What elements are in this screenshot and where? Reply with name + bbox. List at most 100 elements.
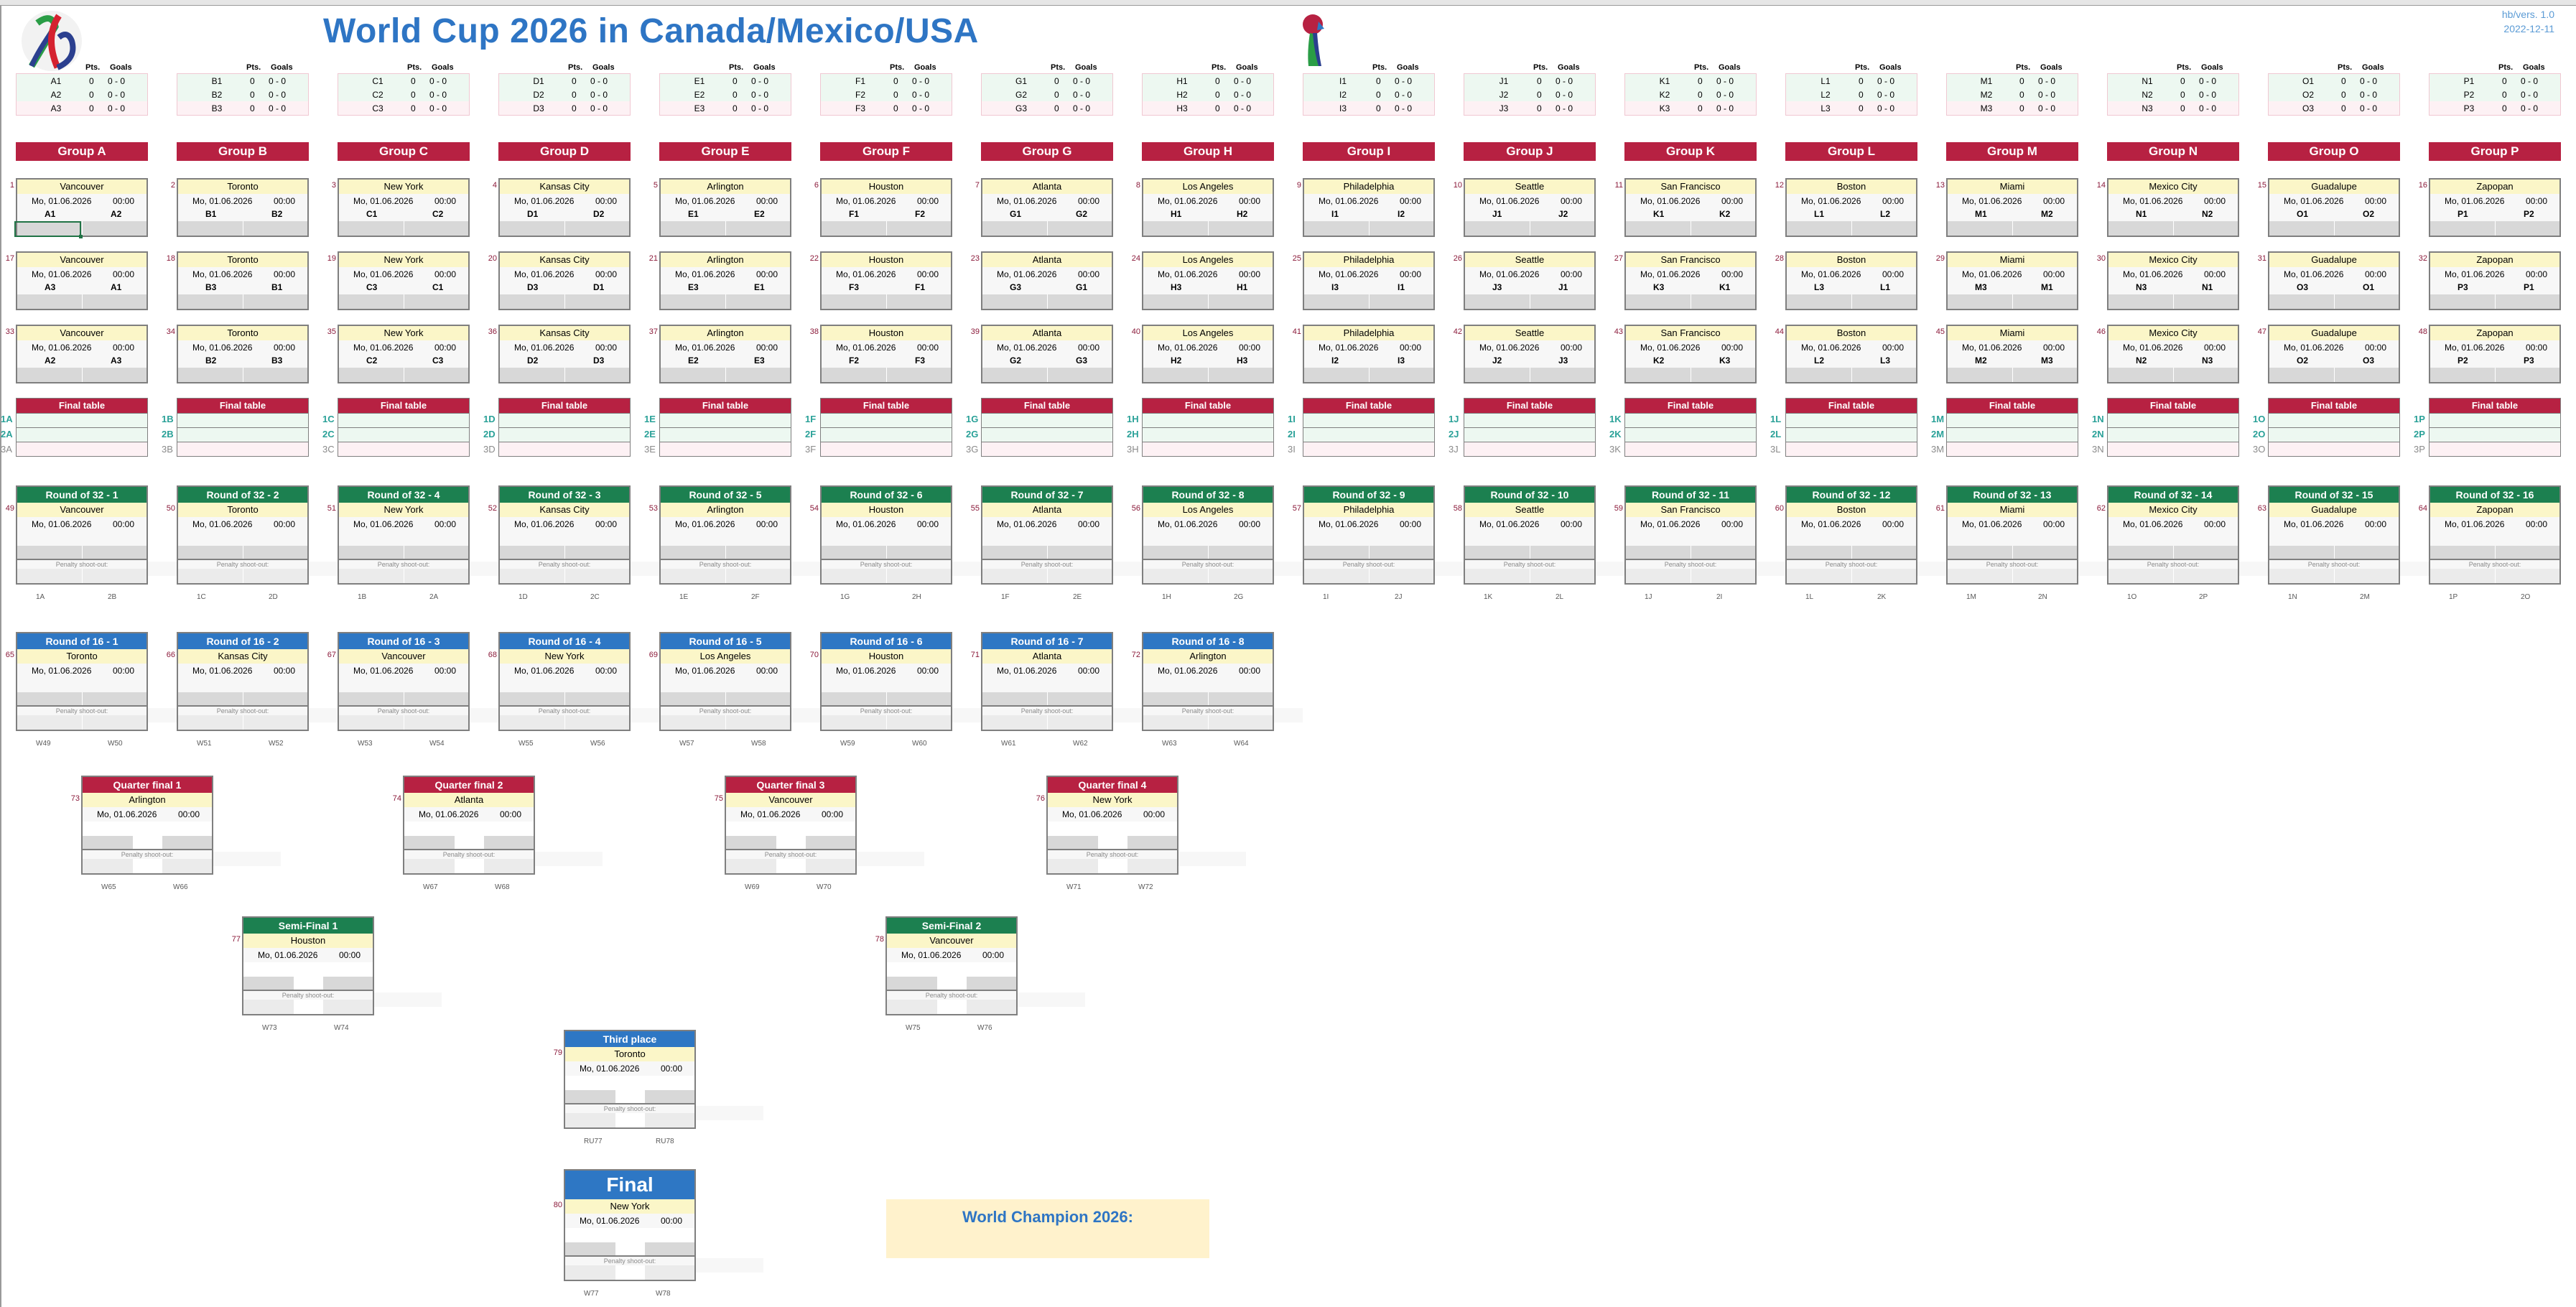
selected-cell[interactable] — [14, 221, 83, 238]
away-penalty-input[interactable] — [966, 1000, 1016, 1014]
final-table-row[interactable] — [1625, 442, 1756, 456]
away-score-input[interactable] — [483, 836, 534, 849]
home-score-input[interactable] — [726, 836, 777, 849]
away-score-input[interactable] — [1851, 368, 1916, 382]
home-score-input[interactable] — [565, 1242, 616, 1255]
away-penalty-input[interactable] — [2173, 569, 2238, 583]
home-score-input[interactable] — [1465, 546, 1530, 559]
away-penalty-input[interactable] — [1208, 715, 1273, 730]
home-score-input[interactable] — [1304, 546, 1370, 559]
home-score-input[interactable] — [2269, 368, 2335, 382]
away-score-input[interactable] — [404, 294, 468, 309]
home-score-input[interactable] — [1143, 294, 1209, 309]
away-penalty-input[interactable] — [805, 859, 855, 873]
group-match[interactable]: Seattle Mo, 01.06.2026 00:00 J1 J2 — [1464, 178, 1596, 237]
home-score-input[interactable] — [2269, 221, 2335, 236]
final-table-row[interactable] — [1947, 442, 2078, 456]
knockout-match[interactable]: Round of 16 - 4 New York Mo, 01.06.2026 00:… — [498, 632, 631, 731]
away-score-input[interactable] — [82, 221, 147, 236]
away-penalty-input[interactable] — [1047, 569, 1112, 583]
home-penalty-input[interactable] — [178, 715, 243, 730]
away-score-input[interactable] — [886, 294, 951, 309]
home-penalty-input[interactable] — [500, 715, 565, 730]
away-penalty-input[interactable] — [2495, 569, 2559, 583]
home-score-input[interactable] — [500, 294, 565, 309]
away-score-input[interactable] — [2334, 294, 2399, 309]
away-penalty-input[interactable] — [564, 715, 629, 730]
final-table-row[interactable] — [2269, 442, 2399, 456]
final-table-row[interactable] — [2108, 413, 2238, 427]
home-penalty-input[interactable] — [822, 569, 887, 583]
home-score-input[interactable] — [1143, 692, 1209, 705]
home-score-input[interactable] — [500, 546, 565, 559]
group-match[interactable]: Los Angeles Mo, 01.06.2026 00:00 H2 H3 — [1142, 325, 1274, 383]
group-match[interactable]: Mexico City Mo, 01.06.2026 00:00 N3 N1 — [2107, 251, 2239, 310]
home-score-input[interactable] — [2269, 294, 2335, 309]
home-penalty-input[interactable] — [1304, 569, 1370, 583]
away-score-input[interactable] — [243, 368, 307, 382]
away-score-input[interactable] — [564, 368, 629, 382]
away-score-input[interactable] — [404, 692, 468, 705]
final-table-row[interactable] — [1143, 442, 1273, 456]
home-score-input[interactable] — [17, 546, 83, 559]
group-match[interactable]: Mexico City Mo, 01.06.2026 00:00 N1 N2 — [2107, 178, 2239, 237]
final-table-row[interactable] — [821, 427, 952, 442]
group-match[interactable]: Seattle Mo, 01.06.2026 00:00 J3 J1 — [1464, 251, 1596, 310]
away-penalty-input[interactable] — [404, 715, 468, 730]
away-score-input[interactable] — [1691, 368, 1755, 382]
away-score-input[interactable] — [404, 221, 468, 236]
final-table-row[interactable] — [1143, 413, 1273, 427]
group-match[interactable]: Vancouver Mo, 01.06.2026 00:00 A2 A3 — [16, 325, 148, 383]
away-score-input[interactable] — [2173, 294, 2238, 309]
away-penalty-input[interactable] — [725, 715, 790, 730]
away-score-input[interactable] — [564, 221, 629, 236]
home-score-input[interactable] — [1626, 368, 1691, 382]
home-score-input[interactable] — [661, 368, 726, 382]
home-score-input[interactable] — [339, 294, 404, 309]
away-score-input[interactable] — [1530, 368, 1594, 382]
knockout-match[interactable]: Quarter final 1 Arlington Mo, 01.06.2026 00… — [81, 776, 213, 875]
away-score-input[interactable] — [1691, 294, 1755, 309]
group-match[interactable]: Boston Mo, 01.06.2026 00:00 L2 L3 — [1785, 325, 1917, 383]
final-table-row[interactable] — [982, 427, 1112, 442]
home-penalty-input[interactable] — [1143, 715, 1209, 730]
home-score-input[interactable] — [2430, 368, 2496, 382]
away-score-input[interactable] — [2173, 546, 2238, 559]
group-match[interactable]: Miami Mo, 01.06.2026 00:00 M3 M1 — [1946, 251, 2078, 310]
final-table-row[interactable] — [660, 413, 791, 427]
final-table-row[interactable] — [2269, 427, 2399, 442]
away-score-input[interactable] — [82, 546, 147, 559]
final-table-row[interactable] — [338, 427, 469, 442]
away-penalty-input[interactable] — [564, 569, 629, 583]
knockout-match[interactable]: Round of 32 - 5 Arlington Mo, 01.06.2026 00… — [659, 485, 791, 585]
final-table-row[interactable] — [1947, 413, 2078, 427]
away-penalty-input[interactable] — [1530, 569, 1594, 583]
away-score-input[interactable] — [564, 294, 629, 309]
final-table-row[interactable] — [499, 413, 630, 427]
home-score-input[interactable] — [661, 221, 726, 236]
home-score-input[interactable] — [887, 977, 938, 990]
away-penalty-input[interactable] — [644, 1113, 694, 1127]
home-score-input[interactable] — [1626, 221, 1691, 236]
knockout-match[interactable]: Round of 32 - 1 Vancouver Mo, 01.06.2026 00… — [16, 485, 148, 585]
final-table-row[interactable] — [660, 442, 791, 456]
group-match[interactable]: Atlanta Mo, 01.06.2026 00:00 G3 G1 — [981, 251, 1113, 310]
group-match[interactable]: San Francisco Mo, 01.06.2026 00:00 K2 K3 — [1624, 325, 1757, 383]
away-score-input[interactable] — [1047, 692, 1112, 705]
home-score-input[interactable] — [1465, 294, 1530, 309]
knockout-match[interactable]: Third place Toronto Mo, 01.06.2026 00:00 Pen… — [564, 1030, 696, 1129]
away-score-input[interactable] — [2495, 368, 2559, 382]
away-score-input[interactable] — [805, 836, 855, 849]
final-table-row[interactable] — [2269, 413, 2399, 427]
away-score-input[interactable] — [2173, 221, 2238, 236]
away-penalty-input[interactable] — [644, 1265, 694, 1280]
away-score-input[interactable] — [1047, 368, 1112, 382]
home-score-input[interactable] — [2108, 546, 2174, 559]
final-table-row[interactable] — [338, 442, 469, 456]
group-match[interactable]: Philadelphia Mo, 01.06.2026 00:00 I2 I3 — [1303, 325, 1435, 383]
final-table-row[interactable] — [1786, 427, 1917, 442]
knockout-match[interactable]: Semi-Final 2 Vancouver Mo, 01.06.2026 00:00… — [885, 916, 1018, 1015]
group-match[interactable]: Toronto Mo, 01.06.2026 00:00 B1 B2 — [177, 178, 309, 237]
away-penalty-input[interactable] — [725, 569, 790, 583]
home-score-input[interactable] — [822, 368, 887, 382]
